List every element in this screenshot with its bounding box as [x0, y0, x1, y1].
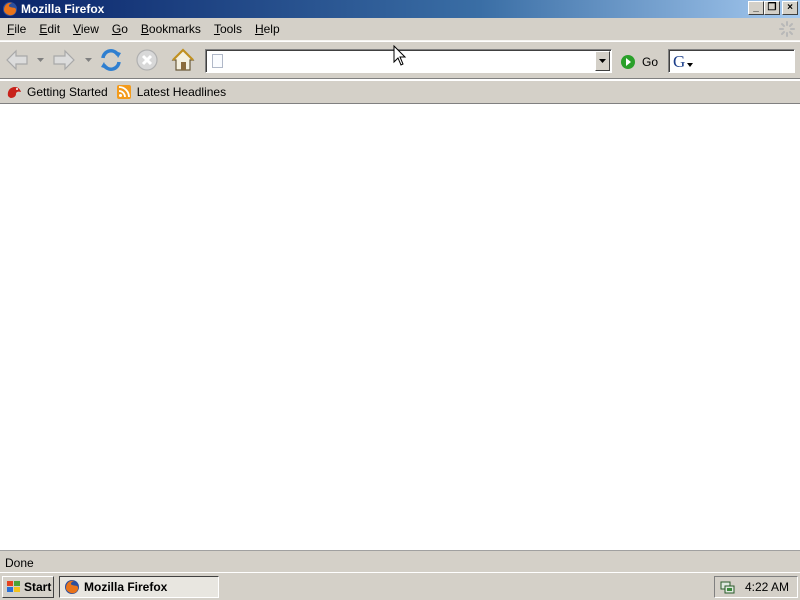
- go-arrow-icon: [621, 55, 635, 69]
- bookmark-latest-headlines[interactable]: Latest Headlines: [116, 84, 226, 100]
- rss-feed-icon: [116, 85, 131, 99]
- bookmark-label: Getting Started: [27, 85, 108, 99]
- firefox-bookmark-icon: [7, 87, 21, 98]
- go-button[interactable]: Go: [620, 52, 658, 72]
- bookmarks-toolbar: Getting Started Latest Headlines: [0, 80, 800, 104]
- restore-button[interactable]: ❐: [764, 1, 780, 15]
- window-titlebar[interactable]: Mozilla Firefox _ ❐ ×: [0, 0, 800, 18]
- back-arrow-icon: [6, 49, 28, 71]
- window-title: Mozilla Firefox: [21, 2, 105, 16]
- menu-bookmarks[interactable]: Bookmarks: [134, 22, 207, 36]
- menu-bar: File Edit View Go Bookmarks Tools Help: [0, 18, 800, 41]
- chevron-down-icon: [599, 59, 606, 63]
- throbber-icon: [779, 21, 795, 37]
- stop-icon: [136, 49, 158, 71]
- taskbar-item-firefox[interactable]: Mozilla Firefox: [59, 576, 219, 598]
- reload-button[interactable]: [97, 46, 125, 74]
- menu-file[interactable]: File: [0, 22, 32, 36]
- go-label: Go: [642, 55, 659, 69]
- network-icon[interactable]: [719, 579, 735, 595]
- menu-help[interactable]: Help: [248, 22, 286, 36]
- minimize-icon: _: [753, 2, 759, 13]
- home-button[interactable]: [169, 46, 197, 74]
- search-engine-dropdown-icon[interactable]: [687, 63, 693, 67]
- menu-go[interactable]: Go: [105, 22, 134, 36]
- bookmark-label: Latest Headlines: [136, 85, 227, 99]
- close-button[interactable]: ×: [782, 1, 798, 15]
- firefox-icon: [65, 580, 79, 594]
- bookmark-getting-started[interactable]: Getting Started: [6, 84, 108, 100]
- back-button[interactable]: [3, 46, 31, 74]
- system-tray: 4:22 AM: [714, 576, 798, 598]
- page-icon: [212, 54, 223, 68]
- search-box[interactable]: G: [668, 49, 795, 73]
- windows-logo-icon: [7, 581, 20, 592]
- search-engine-icon[interactable]: G: [673, 52, 685, 72]
- back-dropdown-icon[interactable]: [37, 58, 44, 62]
- stop-button[interactable]: [133, 46, 161, 74]
- forward-dropdown-icon[interactable]: [85, 58, 92, 62]
- forward-arrow-icon: [53, 49, 75, 71]
- address-bar[interactable]: [205, 49, 612, 73]
- close-icon: ×: [787, 2, 793, 13]
- mouse-cursor-icon: [393, 45, 407, 66]
- page-content[interactable]: [0, 104, 800, 550]
- status-bar: Done: [0, 550, 800, 572]
- start-button[interactable]: Start: [2, 576, 54, 598]
- status-text: Done: [5, 556, 34, 570]
- menu-view[interactable]: View: [66, 22, 105, 36]
- clock[interactable]: 4:22 AM: [745, 580, 789, 594]
- taskbar-item-label: Mozilla Firefox: [84, 580, 168, 594]
- minimize-button[interactable]: _: [748, 1, 764, 15]
- start-label: Start: [24, 580, 52, 594]
- forward-button[interactable]: [50, 46, 78, 74]
- menu-tools[interactable]: Tools: [207, 22, 248, 36]
- restore-icon: ❐: [767, 2, 777, 13]
- address-dropdown-button[interactable]: [595, 51, 610, 71]
- home-icon: [171, 48, 195, 71]
- taskbar: Start Mozilla Firefox 4:22 AM: [0, 572, 800, 600]
- menu-edit[interactable]: Edit: [32, 22, 66, 36]
- reload-icon: [101, 49, 121, 71]
- firefox-icon: [3, 2, 17, 16]
